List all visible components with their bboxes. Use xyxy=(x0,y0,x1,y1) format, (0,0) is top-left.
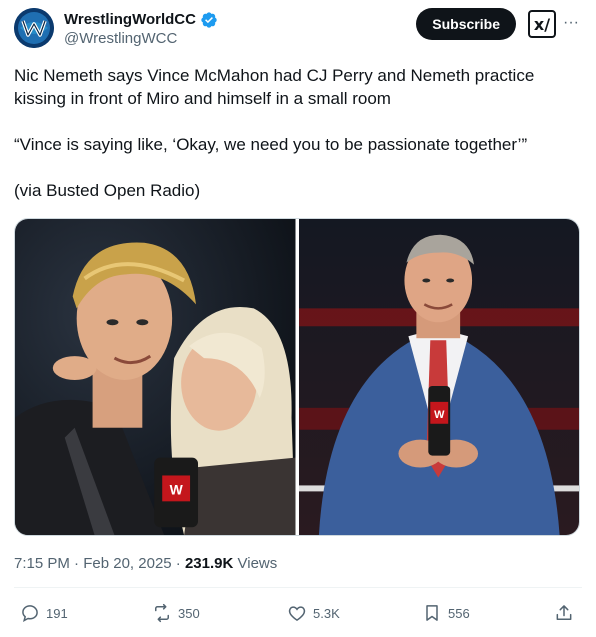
svg-text:W: W xyxy=(434,409,445,421)
like-count: 5.3K xyxy=(313,605,340,621)
tweet-media[interactable]: W W xyxy=(14,218,580,536)
globe-logo-icon xyxy=(14,8,54,48)
more-options-icon[interactable]: ··· xyxy=(560,12,582,34)
views-count: 231.9K xyxy=(184,555,234,572)
repost-button[interactable]: 350 xyxy=(152,598,200,628)
couple-photo-image: W xyxy=(15,219,296,535)
subscribe-button[interactable]: Subscribe xyxy=(416,8,516,40)
tweet-header: WrestlingWorldCC @WrestlingWCC Subscribe… xyxy=(14,8,582,52)
meta-separator: · xyxy=(175,555,185,572)
tweet-actions: 191 350 5.3K 556 xyxy=(14,598,582,628)
share-button[interactable] xyxy=(554,598,574,628)
like-button[interactable]: 5.3K xyxy=(287,598,340,628)
reply-count: 191 xyxy=(46,605,68,621)
author-avatar[interactable] xyxy=(14,8,54,48)
tweet-date[interactable]: Feb 20, 2025 xyxy=(83,555,171,572)
reply-icon xyxy=(22,605,38,622)
repost-icon xyxy=(155,603,169,623)
bookmark-count: 556 xyxy=(448,605,470,621)
bookmark-button[interactable]: 556 xyxy=(422,598,470,628)
verified-badge-icon xyxy=(201,11,217,28)
author-display-name[interactable]: WrestlingWorldCC xyxy=(64,10,218,29)
photo-speaker[interactable]: W xyxy=(298,219,579,535)
reply-button[interactable]: 191 xyxy=(20,598,68,628)
photo-couple[interactable]: W xyxy=(15,219,296,535)
speaker-photo-image: W xyxy=(298,219,579,535)
tweet-text: Nic Nemeth says Vince McMahon had CJ Per… xyxy=(14,66,535,200)
views-label: Views xyxy=(237,555,278,572)
heart-icon xyxy=(288,606,306,621)
share-icon xyxy=(556,605,572,620)
author-handle[interactable]: @WrestlingWCC xyxy=(64,29,218,49)
repost-count: 350 xyxy=(178,605,200,621)
grok-label: x/ xyxy=(533,14,551,34)
display-name-text[interactable]: WrestlingWorldCC xyxy=(64,10,196,29)
tweet-time[interactable]: 7:15 PM xyxy=(14,555,70,572)
svg-text:W: W xyxy=(170,481,184,497)
bookmark-icon xyxy=(426,605,438,621)
actions-divider xyxy=(14,587,582,588)
tweet-meta: 7:15 PM · Feb 20, 2025 · 231.9K Views xyxy=(14,554,277,574)
grok-icon[interactable]: x/ xyxy=(528,10,556,38)
meta-separator: · xyxy=(74,555,84,572)
